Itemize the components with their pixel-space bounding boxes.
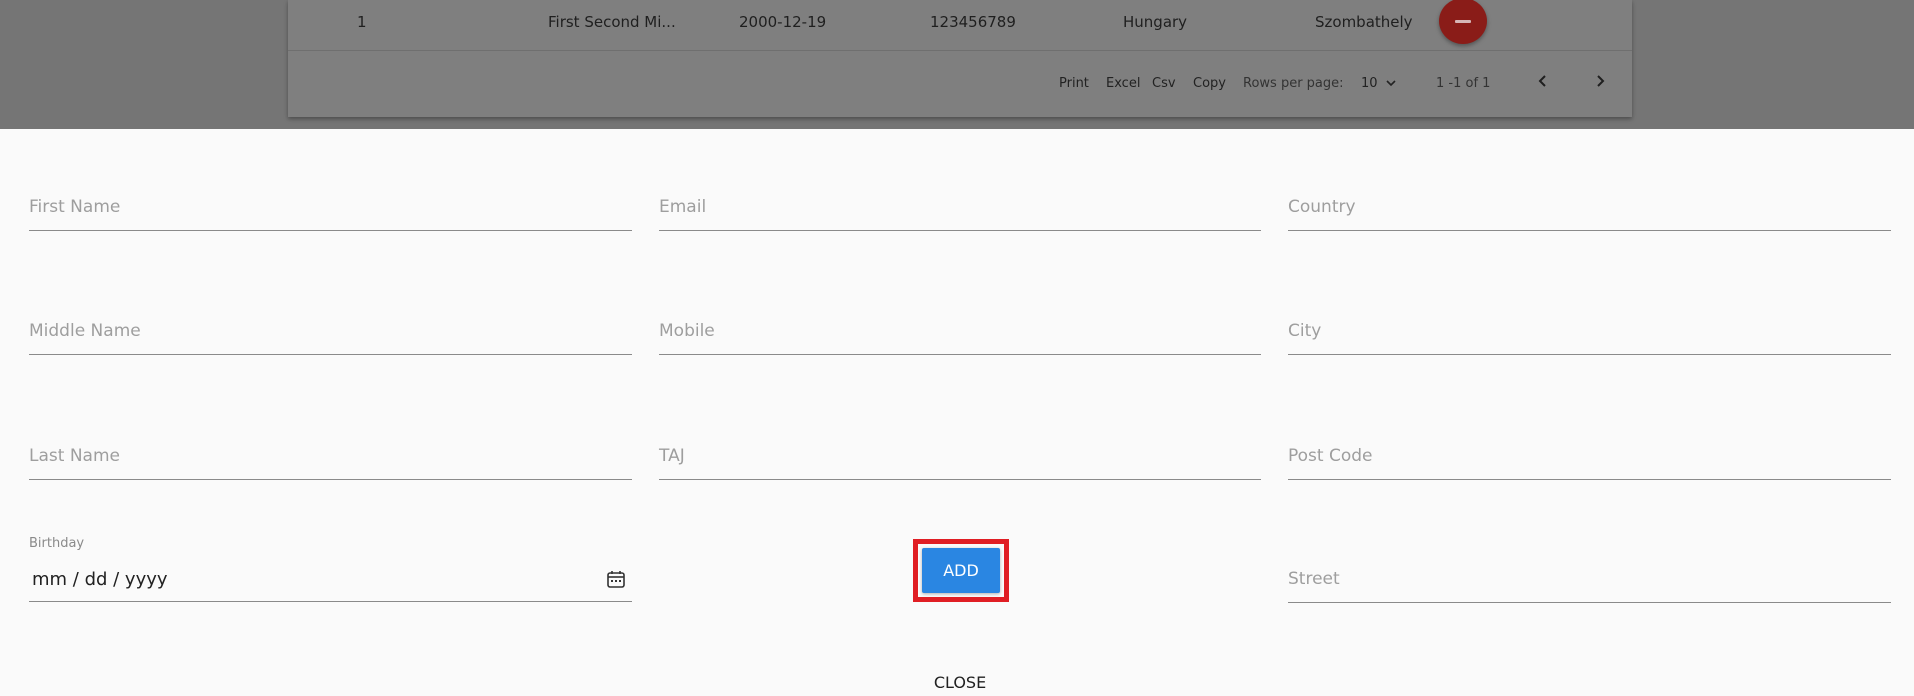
table-footer: Print Excel Csv Copy Rows per page: 10 1… bbox=[288, 51, 1632, 117]
first-name-field[interactable]: First Name bbox=[29, 129, 632, 231]
rows-per-page-select[interactable]: 10 bbox=[1361, 76, 1396, 91]
calendar-icon[interactable] bbox=[606, 569, 626, 589]
next-page-button[interactable] bbox=[1590, 69, 1610, 93]
add-button-highlight: ADD bbox=[913, 539, 1009, 602]
chevron-down-icon bbox=[1386, 80, 1396, 87]
post-code-field[interactable]: Post Code bbox=[1288, 378, 1891, 480]
mobile-input[interactable] bbox=[659, 314, 1261, 354]
cell-taj: 123456789 bbox=[930, 13, 1016, 31]
last-name-field[interactable]: Last Name bbox=[29, 378, 632, 480]
mobile-field[interactable]: Mobile bbox=[659, 253, 1261, 355]
rows-per-page-label: Rows per page: bbox=[1243, 76, 1344, 91]
city-field[interactable]: City bbox=[1288, 253, 1891, 355]
city-input[interactable] bbox=[1288, 314, 1891, 354]
last-name-input[interactable] bbox=[29, 439, 632, 479]
street-field[interactable]: Street bbox=[1288, 501, 1891, 603]
chevron-left-icon bbox=[1538, 75, 1546, 87]
middle-name-input[interactable] bbox=[29, 314, 632, 354]
cell-country: Hungary bbox=[1123, 13, 1188, 31]
post-code-input[interactable] bbox=[1288, 439, 1891, 479]
taj-input[interactable] bbox=[659, 439, 1261, 479]
birthday-value: mm / dd / yyyy bbox=[32, 569, 168, 590]
middle-name-field[interactable]: Middle Name bbox=[29, 253, 632, 355]
cell-city: Szombathely bbox=[1315, 13, 1413, 31]
chevron-right-icon bbox=[1597, 75, 1605, 87]
email-field[interactable]: Email bbox=[659, 129, 1261, 231]
birthday-date-input[interactable]: mm / dd / yyyy bbox=[29, 561, 632, 602]
street-input[interactable] bbox=[1288, 562, 1891, 602]
pagination-info: 1 -1 of 1 bbox=[1436, 76, 1491, 91]
rows-per-page-value: 10 bbox=[1361, 76, 1378, 91]
print-button[interactable]: Print bbox=[1059, 76, 1089, 91]
csv-button[interactable]: Csv bbox=[1152, 76, 1176, 91]
birthday-label: Birthday bbox=[29, 536, 85, 551]
country-input[interactable] bbox=[1288, 190, 1891, 230]
email-input[interactable] bbox=[659, 190, 1261, 230]
close-button[interactable]: CLOSE bbox=[920, 668, 1000, 696]
cell-index: 1 bbox=[357, 13, 367, 31]
excel-button[interactable]: Excel bbox=[1106, 76, 1140, 91]
add-button[interactable]: ADD bbox=[922, 548, 1000, 593]
first-name-input[interactable] bbox=[29, 190, 632, 230]
cell-birthday: 2000-12-19 bbox=[739, 13, 827, 31]
modal-backdrop: 1 First Second Mi... 2000-12-19 12345678… bbox=[0, 0, 1914, 129]
add-patient-form: First Name Middle Name Last Name Birthda… bbox=[0, 129, 1914, 696]
delete-row-button[interactable] bbox=[1439, 0, 1487, 44]
data-table: 1 First Second Mi... 2000-12-19 12345678… bbox=[288, 0, 1632, 117]
cell-name: First Second Mi... bbox=[548, 13, 676, 31]
taj-field[interactable]: TAJ bbox=[659, 378, 1261, 480]
copy-button[interactable]: Copy bbox=[1193, 76, 1226, 91]
country-field[interactable]: Country bbox=[1288, 129, 1891, 231]
prev-page-button[interactable] bbox=[1533, 69, 1553, 93]
table-row: 1 First Second Mi... 2000-12-19 12345678… bbox=[288, 0, 1632, 51]
minus-icon bbox=[1455, 19, 1471, 23]
